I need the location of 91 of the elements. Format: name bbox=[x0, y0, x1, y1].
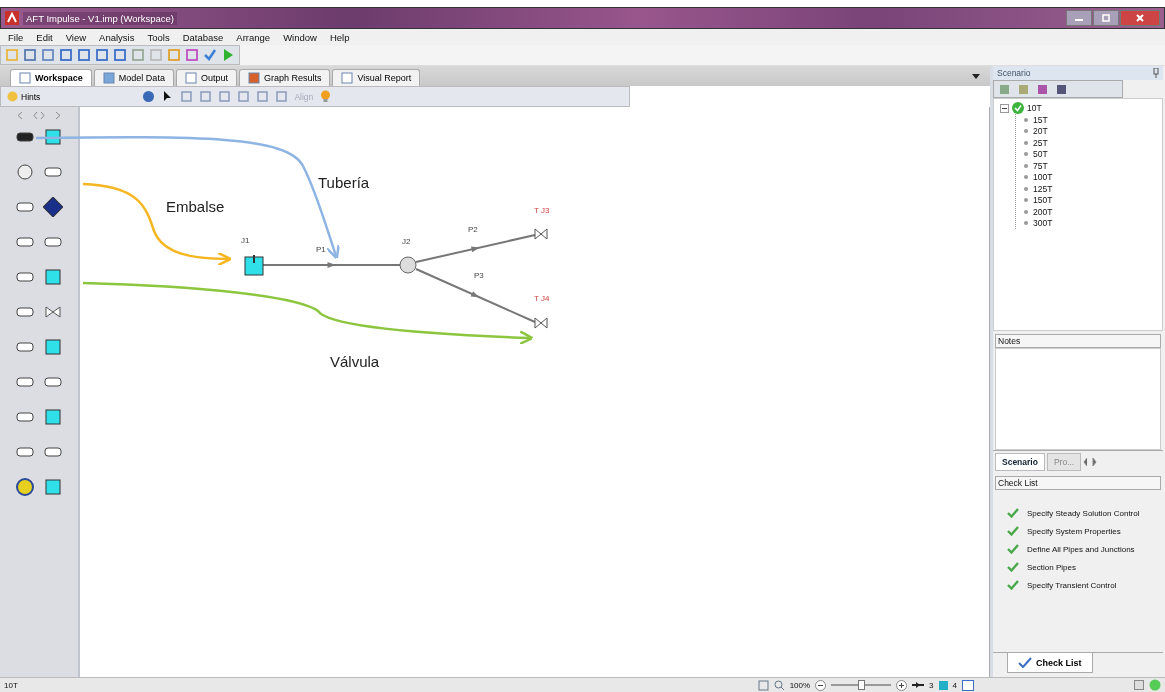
junction-count-icon bbox=[938, 680, 948, 690]
maximize-icon bbox=[1101, 14, 1111, 22]
minimize-button[interactable] bbox=[1066, 10, 1092, 26]
annotation-label: Tubería bbox=[318, 174, 370, 191]
tree-item[interactable]: 50T bbox=[1033, 149, 1048, 160]
pipe-label: P2 bbox=[468, 225, 478, 234]
close-icon bbox=[1135, 13, 1145, 23]
tree-item[interactable]: 15T bbox=[1033, 114, 1048, 125]
run-icon[interactable] bbox=[221, 48, 235, 62]
pipe-count: 3 bbox=[929, 680, 934, 690]
tank-junction[interactable] bbox=[244, 255, 264, 276]
notes-header: Notes bbox=[995, 334, 1161, 348]
tab[interactable]: Output bbox=[175, 69, 237, 86]
zoom-text: 100% bbox=[789, 680, 811, 690]
tree-item[interactable]: 20T bbox=[1033, 126, 1048, 137]
menu-item[interactable]: Edit bbox=[36, 31, 53, 43]
tree-item[interactable]: 300T bbox=[1033, 218, 1053, 229]
tab[interactable]: Graph Results bbox=[238, 69, 331, 86]
scroll-left-icon[interactable] bbox=[17, 111, 23, 119]
tab[interactable]: Visual Report bbox=[332, 69, 421, 86]
panel-title: Scenario bbox=[997, 68, 1031, 78]
junction-label: J2 bbox=[402, 237, 411, 246]
junction-label: J1 bbox=[241, 236, 250, 245]
zoom-icon[interactable] bbox=[773, 679, 785, 691]
tab-scroll-icon[interactable] bbox=[1083, 458, 1098, 466]
checklist-item: Section Pipes bbox=[1027, 562, 1076, 572]
checklist-item: Specify Steady Solution Control bbox=[1027, 508, 1140, 518]
collapse-icon[interactable] bbox=[1000, 103, 1009, 113]
zoom-in-icon[interactable] bbox=[896, 679, 908, 691]
tab-icon bbox=[247, 72, 260, 84]
checklist-item: Specify Transient Control bbox=[1027, 580, 1117, 590]
tab[interactable]: Workspace bbox=[10, 69, 92, 86]
close-button[interactable] bbox=[1120, 10, 1160, 26]
tree-item[interactable]: 75T bbox=[1033, 160, 1048, 171]
valve-junction[interactable] bbox=[534, 317, 548, 329]
tab-icon bbox=[19, 72, 31, 84]
menu-item[interactable]: File bbox=[8, 31, 24, 43]
menu-item[interactable]: Database bbox=[182, 31, 224, 43]
component-icon[interactable] bbox=[43, 197, 63, 217]
menu-item[interactable]: Help bbox=[329, 31, 350, 43]
tree-item[interactable]: 25T bbox=[1033, 137, 1048, 148]
tree-item[interactable]: 150T bbox=[1033, 195, 1053, 206]
pipe-label: P1 bbox=[316, 245, 326, 254]
junction-count: 4 bbox=[952, 680, 957, 690]
tab[interactable]: Check List bbox=[1007, 653, 1093, 673]
menu-item[interactable]: Analysis bbox=[99, 31, 135, 43]
branch-junction[interactable] bbox=[399, 256, 417, 274]
dropdown-caret-icon[interactable] bbox=[972, 74, 980, 79]
junction-label: T J3 bbox=[534, 206, 550, 215]
fit-icon[interactable] bbox=[757, 679, 769, 691]
menu-item[interactable]: Window bbox=[283, 31, 317, 43]
menu-item[interactable]: Tools bbox=[147, 31, 170, 43]
tab[interactable]: Scenario bbox=[995, 453, 1045, 471]
scroll-right-icon[interactable] bbox=[55, 111, 61, 119]
check-icon[interactable] bbox=[203, 48, 217, 62]
pipe-count-icon bbox=[912, 681, 925, 689]
pipe[interactable] bbox=[415, 234, 536, 263]
tree-item[interactable]: 100T bbox=[1033, 172, 1053, 183]
pin-icon[interactable] bbox=[1153, 68, 1159, 78]
tree-item[interactable]: 10T bbox=[1027, 103, 1042, 113]
tab-icon bbox=[341, 72, 354, 84]
checklist-item: Specify System Properties bbox=[1027, 526, 1121, 536]
status-text: 10T bbox=[4, 680, 18, 690]
status-light-icon bbox=[1149, 679, 1161, 691]
component-icon[interactable] bbox=[15, 477, 35, 497]
pipe[interactable] bbox=[415, 268, 536, 323]
checklist-header: Check List bbox=[995, 476, 1161, 490]
window-icon[interactable] bbox=[962, 679, 974, 691]
zoom-out-icon[interactable] bbox=[815, 679, 827, 691]
annotation-label: Embalse bbox=[166, 198, 225, 215]
app-icon bbox=[5, 11, 19, 25]
maximize-button[interactable] bbox=[1093, 10, 1119, 26]
tree-item[interactable]: 125T bbox=[1033, 183, 1053, 194]
tree-item[interactable]: 200T bbox=[1033, 206, 1053, 217]
window-title: AFT Impulse - V1.imp (Workspace) bbox=[23, 11, 177, 25]
checkmark-icon bbox=[1018, 657, 1032, 668]
hints-button[interactable]: Hints bbox=[7, 91, 41, 102]
checklist-item: Define All Pipes and Junctions bbox=[1027, 544, 1135, 554]
pipe-label: P3 bbox=[474, 271, 484, 280]
scroll-both-icon[interactable] bbox=[33, 111, 45, 119]
valve-junction[interactable] bbox=[534, 228, 548, 240]
junction-label: T J4 bbox=[534, 294, 550, 303]
menu-item[interactable]: View bbox=[65, 31, 87, 43]
save-icon[interactable] bbox=[1134, 680, 1144, 690]
tab-icon bbox=[102, 72, 115, 84]
tab[interactable]: Model Data bbox=[93, 69, 174, 86]
pipe[interactable] bbox=[262, 262, 401, 268]
annotation-label: Válvula bbox=[330, 353, 380, 370]
check-circle-icon bbox=[1012, 102, 1024, 114]
tab-icon bbox=[184, 72, 197, 84]
menu-item[interactable]: Arrange bbox=[236, 31, 271, 43]
